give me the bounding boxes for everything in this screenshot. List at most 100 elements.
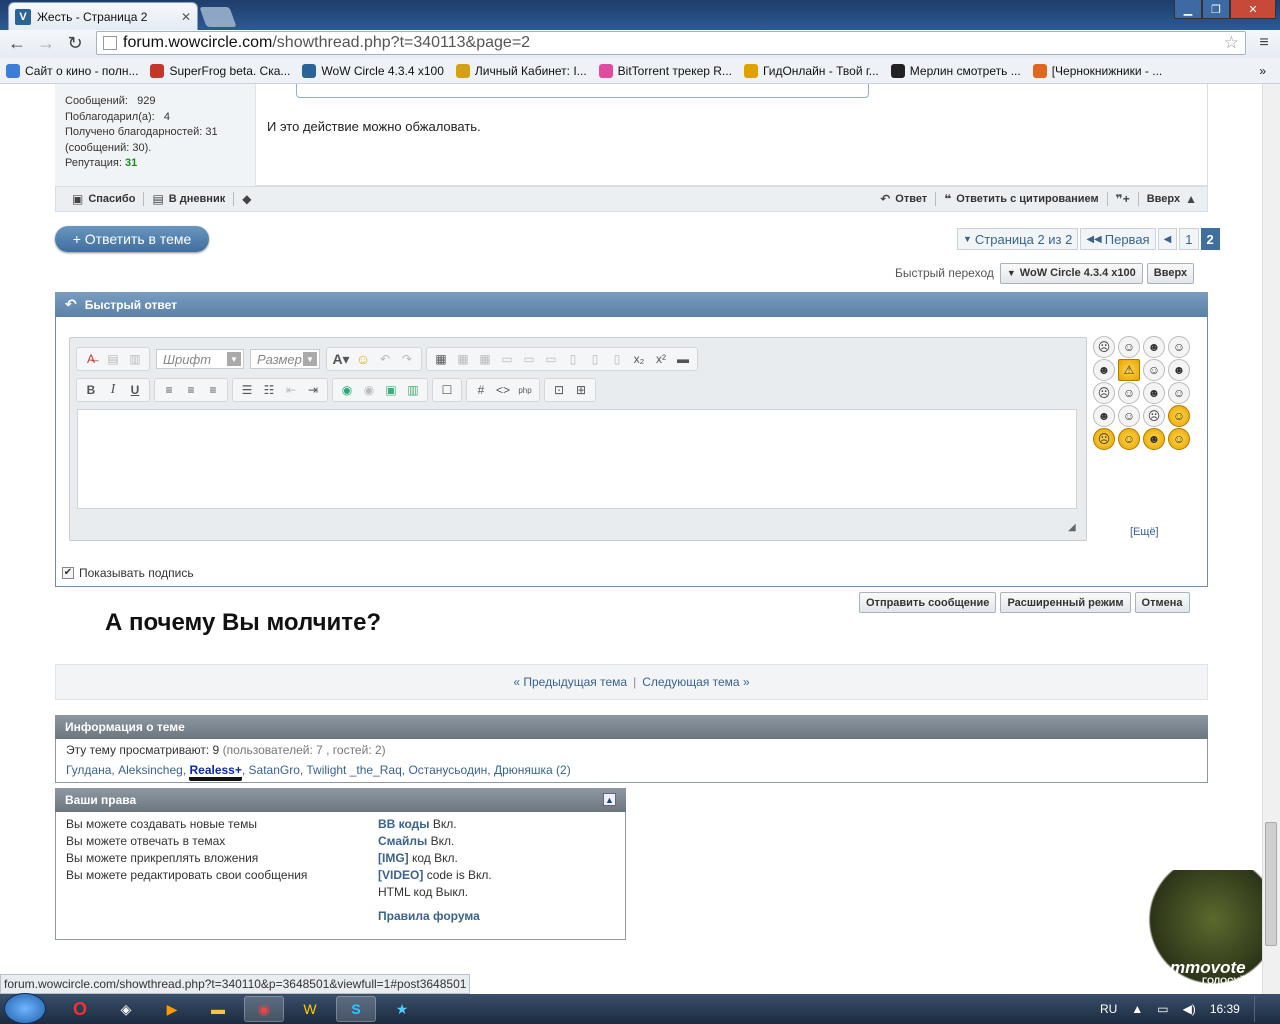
smiley-icon[interactable]: ☺ bbox=[1118, 428, 1140, 450]
advanced-mode-button[interactable]: Расширенный режим bbox=[1000, 592, 1131, 613]
top-button[interactable]: Вверх ▲ bbox=[1139, 192, 1207, 206]
redo-icon[interactable]: ↷ bbox=[399, 351, 415, 367]
skype-icon[interactable]: S bbox=[336, 996, 376, 1022]
smiley-icon[interactable]: ☻ bbox=[1143, 336, 1165, 358]
opera-icon[interactable]: O bbox=[60, 996, 100, 1022]
more-smilies-link[interactable]: [Ещё] bbox=[1130, 526, 1159, 538]
attach-icon[interactable]: ⊡ bbox=[551, 382, 567, 398]
bookmark-item[interactable]: BitTorrent трекер R... bbox=[598, 63, 732, 78]
smiley-icon[interactable]: ☺ bbox=[1118, 405, 1140, 427]
smiley-icon[interactable]: ☺ bbox=[1168, 405, 1190, 427]
img-link[interactable]: [IMG] bbox=[378, 851, 409, 865]
bookmark-item[interactable]: Сайт о кино - полн... bbox=[6, 63, 138, 78]
bookmark-item[interactable]: ГидОнлайн - Твой г... bbox=[743, 63, 879, 78]
cancel-button[interactable]: Отмена bbox=[1134, 592, 1190, 613]
paste-text-icon[interactable]: ▥ bbox=[127, 351, 143, 367]
smiley-icon[interactable]: ☺ bbox=[1118, 336, 1140, 358]
hash-icon[interactable]: # bbox=[473, 382, 489, 398]
bookmark-item[interactable]: Мерлин смотреть ... bbox=[890, 63, 1021, 78]
unordered-list-icon[interactable]: ☷ bbox=[261, 382, 277, 398]
smiley-icon[interactable]: ☻ bbox=[1093, 405, 1115, 427]
close-window-button[interactable]: ✕ bbox=[1230, 0, 1276, 19]
smiley-icon[interactable]: ☹ bbox=[1093, 382, 1115, 404]
multiquote-button[interactable]: ❞+ bbox=[1108, 192, 1138, 206]
image-icon[interactable]: ▣ bbox=[383, 382, 399, 398]
minimize-button[interactable]: ▁ bbox=[1174, 0, 1202, 19]
maximize-button[interactable]: ❐ bbox=[1202, 0, 1230, 19]
reply-button[interactable]: ↶ Ответ bbox=[872, 192, 935, 206]
smiley-icon[interactable]: ☹ bbox=[1143, 405, 1165, 427]
align-center-icon[interactable]: ≡ bbox=[183, 382, 199, 398]
menu-wrench-icon[interactable]: ≡ bbox=[1252, 31, 1276, 55]
bookmark-item[interactable]: Личный Кабинет: I... bbox=[455, 63, 587, 78]
php-icon[interactable]: php bbox=[517, 382, 533, 398]
smiley-icon[interactable]: ☺ bbox=[1143, 359, 1165, 381]
row-delete-icon[interactable]: ▭ bbox=[543, 351, 559, 367]
unlink-icon[interactable]: ◉ bbox=[361, 382, 377, 398]
prev-thread-link[interactable]: « Предыдущая тема bbox=[513, 675, 627, 689]
row-below-icon[interactable]: ▭ bbox=[521, 351, 537, 367]
align-right-icon[interactable]: ≡ bbox=[205, 382, 221, 398]
viewer-link[interactable]: Aleksincheg bbox=[118, 763, 183, 777]
network-icon[interactable]: ▭ bbox=[1157, 1002, 1168, 1016]
bookmark-item[interactable]: [Чернокнижники - ... bbox=[1032, 63, 1162, 78]
superscript-icon[interactable]: x² bbox=[653, 351, 669, 367]
wow-icon[interactable]: W bbox=[290, 996, 330, 1022]
subscript-icon[interactable]: x₂ bbox=[631, 351, 647, 367]
viewer-link[interactable]: Гулдана bbox=[66, 763, 111, 777]
language-indicator[interactable]: RU bbox=[1100, 1002, 1117, 1016]
viewer-link[interactable]: Дрюняшка (2) bbox=[494, 763, 571, 777]
smiley-icon[interactable]: ☺ bbox=[1168, 336, 1190, 358]
chrome-icon[interactable]: ◉ bbox=[244, 996, 284, 1022]
message-textarea[interactable] bbox=[77, 409, 1077, 509]
text-color-icon[interactable]: A▾ bbox=[332, 351, 349, 367]
page-of-dropdown[interactable]: ▼ Страница 2 из 2 bbox=[957, 228, 1079, 250]
expand-icon[interactable]: ⊞ bbox=[573, 382, 589, 398]
col-delete-icon[interactable]: ▯ bbox=[609, 351, 625, 367]
smiley-icon[interactable]: ☺ bbox=[355, 351, 371, 367]
code-icon[interactable]: <> bbox=[495, 382, 511, 398]
collapse-icon[interactable]: ▲ bbox=[603, 793, 616, 806]
show-signature-checkbox[interactable]: ✔ bbox=[62, 567, 74, 579]
reply-to-thread-button[interactable]: + Ответить в теме bbox=[55, 226, 209, 252]
underline-icon[interactable]: U bbox=[127, 382, 143, 398]
scrollbar-thumb[interactable] bbox=[1265, 822, 1277, 946]
next-thread-link[interactable]: Следующая тема » bbox=[642, 675, 749, 689]
forum-jump-dropdown[interactable]: ▼ WoW Circle 4.3.4 x100 bbox=[999, 262, 1143, 284]
show-desktop-button[interactable] bbox=[1253, 996, 1266, 1022]
diary-button[interactable]: ▤ В дневник bbox=[144, 192, 233, 206]
start-button[interactable] bbox=[4, 993, 46, 1024]
reload-icon[interactable]: ↻ bbox=[63, 31, 87, 55]
viewer-link[interactable]: SatanGro bbox=[249, 763, 300, 777]
smiley-icon[interactable]: ☺ bbox=[1168, 382, 1190, 404]
resize-handle-icon[interactable]: ◢ bbox=[1068, 522, 1080, 534]
align-left-icon[interactable]: ≡ bbox=[161, 382, 177, 398]
quote-icon[interactable]: ☐ bbox=[439, 382, 455, 398]
forward-icon[interactable]: → bbox=[34, 31, 58, 55]
submit-button[interactable]: Отправить сообщение bbox=[859, 592, 997, 613]
smilies-link[interactable]: Смайлы bbox=[378, 834, 427, 848]
outdent-icon[interactable]: ⇤ bbox=[283, 382, 299, 398]
bookmarks-overflow-icon[interactable]: » bbox=[1259, 64, 1266, 78]
indent-icon[interactable]: ⇥ bbox=[305, 382, 321, 398]
address-bar[interactable]: forum.wowcircle.com /showthread.php?t=34… bbox=[96, 31, 1246, 55]
tray-arrow-icon[interactable]: ▲ bbox=[1131, 1002, 1143, 1016]
smiley-icon[interactable]: ☹ bbox=[1093, 428, 1115, 450]
font-select[interactable]: Шрифт ▼ bbox=[156, 349, 244, 369]
video-link[interactable]: [VIDEO] bbox=[378, 868, 423, 882]
smiley-icon[interactable]: ☻ bbox=[1168, 359, 1190, 381]
link-icon[interactable]: ◉ bbox=[339, 382, 355, 398]
tab-active[interactable]: V Жесть - Страница 2 ✕ bbox=[8, 2, 198, 30]
bookmark-item[interactable]: WoW Circle 4.3.4 x100 bbox=[302, 63, 444, 78]
app-icon[interactable]: ◈ bbox=[106, 996, 146, 1022]
page-1-link[interactable]: 1 bbox=[1179, 228, 1199, 250]
smiley-icon[interactable]: ☹ bbox=[1093, 336, 1115, 358]
video-icon[interactable]: ▥ bbox=[405, 382, 421, 398]
smiley-icon[interactable]: ☺ bbox=[1168, 428, 1190, 450]
italic-icon[interactable]: I bbox=[105, 382, 121, 398]
size-select[interactable]: Размер ▼ bbox=[250, 349, 320, 369]
folder-icon[interactable]: ▬ bbox=[198, 996, 238, 1022]
row-above-icon[interactable]: ▭ bbox=[499, 351, 515, 367]
remove-format-icon[interactable]: A̶ bbox=[83, 351, 99, 367]
warning-icon[interactable]: ⚠ bbox=[1118, 359, 1140, 381]
